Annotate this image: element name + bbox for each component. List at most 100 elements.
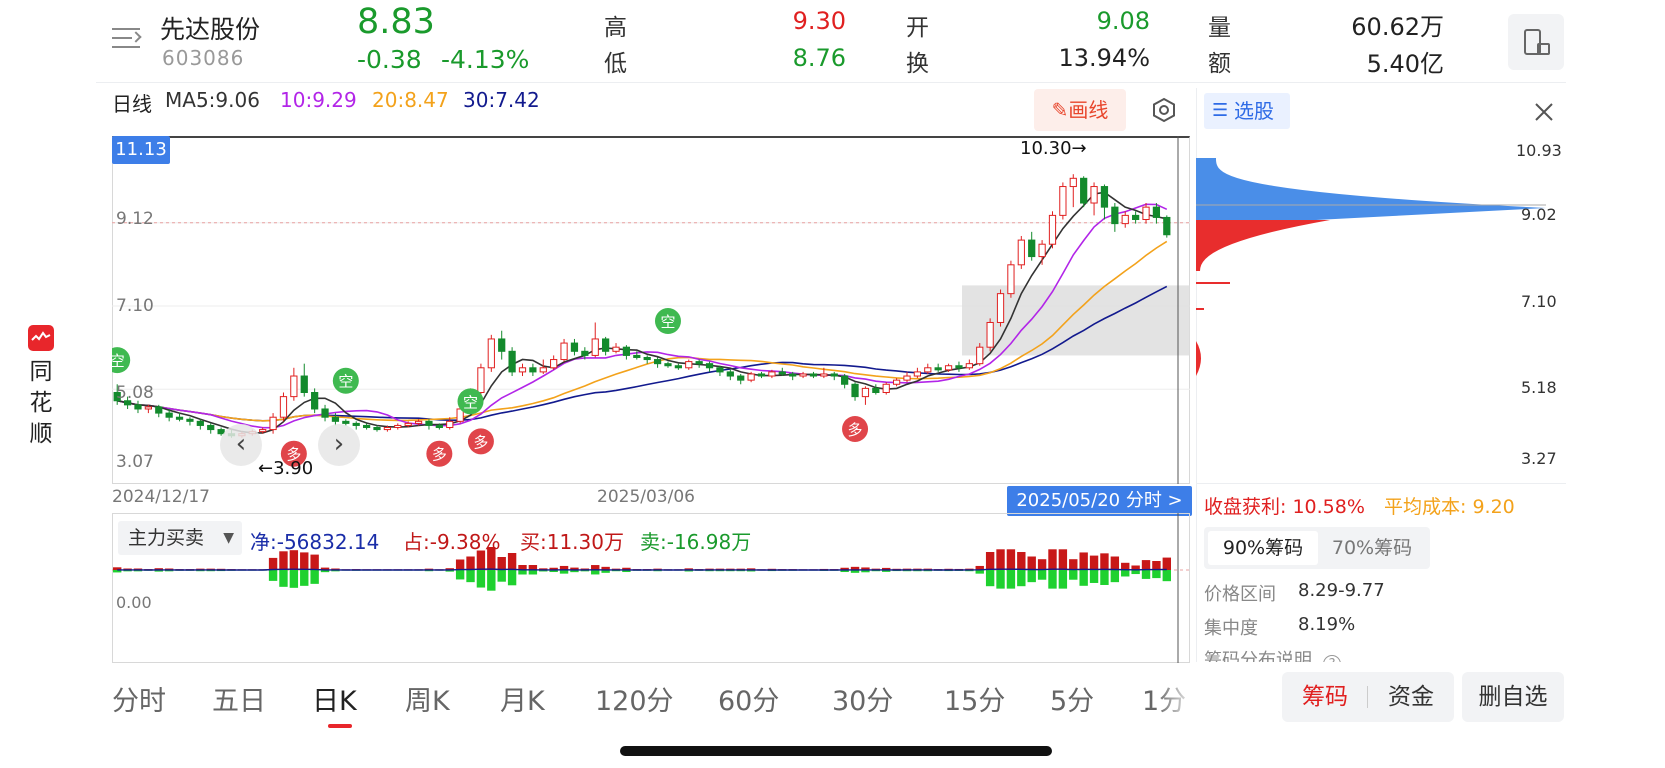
- candle: [830, 373, 838, 377]
- volume-value: 60.62万: [1351, 13, 1444, 41]
- candle: [342, 420, 350, 424]
- candle: [155, 406, 163, 414]
- tab-period-monthly[interactable]: 月K: [500, 679, 545, 718]
- settings-icon[interactable]: [1150, 96, 1178, 124]
- tab-chip-90[interactable]: 90%筹码: [1208, 531, 1318, 565]
- indicator-select[interactable]: 主力买卖 ▼: [118, 521, 242, 555]
- tab-period-5day[interactable]: 五日: [212, 679, 266, 718]
- candle: [924, 367, 932, 373]
- home-indicator: [620, 746, 1052, 756]
- candle: [550, 359, 558, 369]
- sell-bar: [1152, 570, 1161, 579]
- price-change-pct: -4.13%: [441, 45, 530, 74]
- candle: [913, 371, 922, 377]
- candle: [570, 342, 579, 352]
- app-logo-icon: [28, 325, 54, 351]
- buy-bar: [1100, 553, 1109, 570]
- chip-divider: [1196, 483, 1566, 484]
- landscape-toggle-button[interactable]: [1508, 14, 1564, 70]
- buy-bar: [1027, 556, 1036, 570]
- chip-price-label: 9.02: [1521, 205, 1557, 224]
- candle: [996, 293, 1005, 323]
- list-icon: ☰: [1212, 100, 1229, 121]
- candle: [144, 406, 152, 410]
- tab-period-intraday[interactable]: 分时: [112, 679, 166, 718]
- signal-label: 空: [112, 352, 125, 370]
- candle: [1048, 214, 1057, 245]
- menu-icon[interactable]: [112, 24, 144, 52]
- sell-bar: [1131, 570, 1140, 575]
- candle: [498, 338, 506, 352]
- tab-period-15min[interactable]: 15分: [944, 679, 1005, 718]
- sell-bar: [1006, 570, 1016, 589]
- current-price: 8.83: [357, 2, 435, 42]
- indicator-share: 占:-9.38%: [403, 530, 501, 554]
- ma20-value: 20:8.47: [372, 88, 449, 112]
- candle: [446, 420, 454, 429]
- amount-label: 额: [1208, 51, 1231, 77]
- candle: [768, 371, 776, 377]
- tab-period-120min[interactable]: 120分: [595, 679, 674, 718]
- close-icon[interactable]: [1532, 100, 1556, 124]
- candle: [404, 422, 412, 426]
- sell-bar: [310, 570, 319, 584]
- kline-chart[interactable]: 空空空空多 多多多: [112, 136, 1190, 484]
- candle: [362, 424, 371, 429]
- indicator-buy: 买:11.30万: [520, 530, 624, 554]
- candle: [892, 379, 901, 385]
- scroll-left-button[interactable]: ‹: [220, 424, 262, 466]
- candle: [695, 361, 703, 365]
- chips-button[interactable]: 筹码: [1282, 672, 1368, 722]
- intraday-link-tag[interactable]: 2025/05/20 分时 >: [1007, 486, 1192, 516]
- sell-bar: [1089, 570, 1099, 583]
- draw-line-button[interactable]: ✎画线: [1034, 89, 1126, 131]
- candle: [435, 424, 443, 429]
- candle: [851, 383, 859, 398]
- tab-chip-70[interactable]: 70%筹码: [1318, 531, 1426, 565]
- candle: [414, 420, 423, 424]
- candle: [591, 338, 599, 356]
- tab-period-weekly[interactable]: 周K: [405, 679, 450, 718]
- device-rotate-icon: [1524, 29, 1550, 55]
- remove-watchlist-button[interactable]: 删自选: [1462, 672, 1564, 722]
- buy-bar: [507, 553, 517, 570]
- sell-bar: [466, 570, 475, 583]
- candle: [789, 373, 797, 377]
- tab-period-60min[interactable]: 60分: [718, 679, 779, 718]
- sell-bar: [497, 570, 506, 582]
- pencil-icon: ✎: [1051, 98, 1069, 122]
- x-axis-date: 2024/12/17: [112, 487, 210, 507]
- sell-bar: [1079, 570, 1088, 586]
- sell-bar: [268, 570, 278, 581]
- scroll-right-button[interactable]: ›: [318, 424, 360, 466]
- high-annotation: 10.30→: [1020, 138, 1087, 159]
- tab-period-daily[interactable]: 日K: [312, 679, 357, 718]
- stock-picker-button[interactable]: ☰ 选股: [1204, 93, 1290, 129]
- candle: [602, 338, 610, 352]
- ma5-value: MA5:9.06: [165, 88, 260, 112]
- candle: [1007, 264, 1015, 295]
- sell-bar: [1100, 570, 1109, 585]
- funds-button[interactable]: 资金: [1368, 672, 1454, 722]
- candle: [300, 375, 308, 394]
- candle: [705, 363, 714, 369]
- app-brand-name: 同花顺: [29, 359, 53, 447]
- sell-bar: [1121, 570, 1130, 577]
- net-flow-line: [117, 568, 1167, 571]
- tab-period-5min[interactable]: 5分: [1050, 679, 1094, 718]
- sell-bar: [1162, 570, 1171, 582]
- chip-price-label: 5.18: [1521, 378, 1557, 397]
- candle: [1080, 177, 1088, 204]
- sell-bar: [1069, 570, 1078, 580]
- tab-period-30min[interactable]: 30分: [832, 679, 893, 718]
- stock-name: 先达股份: [160, 15, 261, 44]
- sell-bar: [487, 570, 496, 591]
- chip-range-tabs: 90%筹码 70%筹码: [1204, 527, 1430, 569]
- buy-bar: [1037, 559, 1047, 570]
- candle: [955, 365, 963, 369]
- ma10-value: 10:9.29: [280, 88, 357, 112]
- indicator-sell: 卖:-16.98万: [640, 530, 752, 554]
- help-icon: ?: [1323, 655, 1342, 662]
- candle: [841, 375, 849, 385]
- chip-help-row[interactable]: 筹码分布说明 ?: [1204, 648, 1564, 662]
